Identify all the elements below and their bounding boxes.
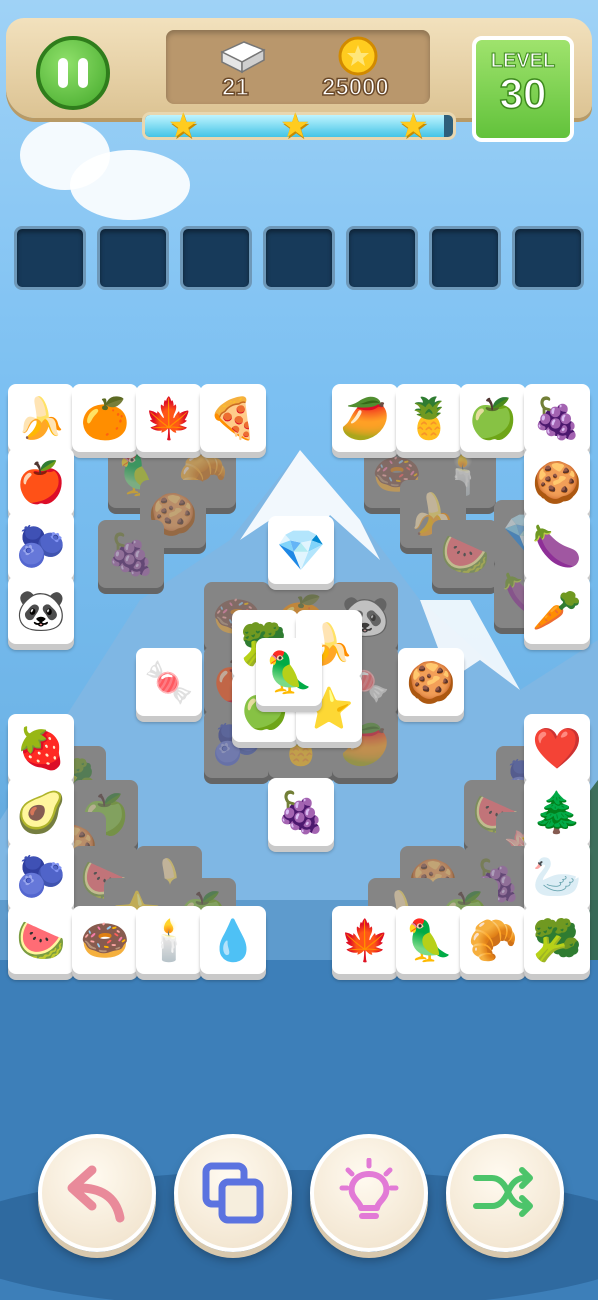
tile-apple[interactable]: 🍎	[8, 448, 74, 516]
tray-slot	[429, 226, 501, 290]
tile-stack-icon	[220, 41, 266, 74]
tile-maple-leaf[interactable]: 🍁	[332, 906, 398, 974]
undo-arrow-icon	[67, 1165, 125, 1223]
tile-banana[interactable]: 🍌	[8, 384, 74, 452]
tile-grapes[interactable]: 🍇	[268, 778, 334, 846]
shuffle-button[interactable]	[446, 1134, 564, 1252]
shuffle-icon	[473, 1167, 533, 1217]
pause-button[interactable]	[36, 36, 110, 110]
tile-cookie[interactable]: 🍪	[524, 448, 590, 516]
pause-icon	[58, 58, 68, 88]
swap-button[interactable]	[174, 1134, 292, 1252]
star-icon: ★	[168, 106, 199, 146]
tile-toucan[interactable]: 🦜	[256, 638, 322, 706]
tile-watermelon: 🍉	[432, 520, 498, 588]
tile-broccoli[interactable]: 🥦	[524, 906, 590, 974]
stats-panel: 21 25000	[166, 30, 430, 104]
tile-tree[interactable]: 🌲	[524, 778, 590, 846]
tile-panda[interactable]: 🐼	[8, 576, 74, 644]
tile-water-drop[interactable]: 💧	[200, 906, 266, 974]
undo-button[interactable]	[38, 1134, 156, 1252]
tile-swan[interactable]: 🦢	[524, 842, 590, 910]
tile-heart[interactable]: ❤️	[524, 714, 590, 782]
star-icon: ★	[398, 106, 429, 146]
tray-slot	[97, 226, 169, 290]
tile-cookie[interactable]: 🍪	[398, 648, 464, 716]
tray-slot	[180, 226, 252, 290]
tile-eggplant[interactable]: 🍆	[524, 512, 590, 580]
tile-donut[interactable]: 🍩	[72, 906, 138, 974]
tile-pizza[interactable]: 🍕	[200, 384, 266, 452]
tile-grapes: 🍇	[98, 520, 164, 588]
tray-slot	[346, 226, 418, 290]
pause-icon	[78, 58, 88, 88]
tile-leaf[interactable]: 🍁	[136, 384, 202, 452]
tile-croissant[interactable]: 🥐	[460, 906, 526, 974]
tile-diamond[interactable]: 💎	[268, 516, 334, 584]
tile-pineapple[interactable]: 🍍	[396, 384, 462, 452]
tile-avocado[interactable]: 🥑	[8, 778, 74, 846]
tile-grapes[interactable]: 🍇	[524, 384, 590, 452]
level-number: 30	[499, 70, 547, 117]
star-icon: ★	[280, 106, 311, 146]
tile-toucan[interactable]: 🦜	[396, 906, 462, 974]
tile-candy[interactable]: 🍬	[136, 648, 202, 716]
tile-orange[interactable]: 🍊	[72, 384, 138, 452]
tray-slot	[263, 226, 335, 290]
stacked-cards-icon	[202, 1162, 264, 1224]
tile-candle[interactable]: 🕯️	[136, 906, 202, 974]
tile-watermelon[interactable]: 🍉	[8, 906, 74, 974]
tiles-count: 21	[221, 73, 249, 102]
cloud	[70, 150, 190, 220]
level-badge: LEVEL 30	[472, 36, 574, 142]
coin-icon	[338, 36, 378, 76]
tile-carrot[interactable]: 🥕	[524, 576, 590, 644]
tile-blueberry[interactable]: 🫐	[8, 842, 74, 910]
tile-strawberry[interactable]: 🍓	[8, 714, 74, 782]
tray-slot	[512, 226, 584, 290]
tile-mango[interactable]: 🥭	[332, 384, 398, 452]
coins-count: 25000	[321, 73, 389, 102]
tray-slot	[14, 226, 86, 290]
tile-green-apple[interactable]: 🍏	[460, 384, 526, 452]
tile-blueberry[interactable]: 🫐	[8, 512, 74, 580]
hint-button[interactable]	[310, 1134, 428, 1252]
light-bulb-icon	[339, 1158, 399, 1219]
